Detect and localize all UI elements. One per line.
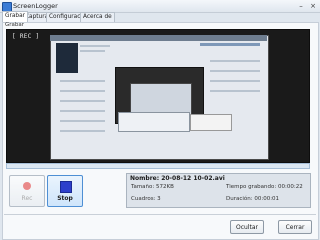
- captured-dialog: [118, 112, 190, 132]
- captured-text-line: [210, 60, 260, 62]
- frame-count: Cuadros: 3: [131, 196, 161, 202]
- tab-grabar[interactable]: Grabar: [2, 11, 29, 22]
- record-progress-bar: [6, 163, 310, 169]
- captured-text-line: [60, 90, 105, 92]
- group-label: Grabar: [5, 22, 25, 28]
- file-name: Nombre: 20-08-12 10-02.avi: [130, 175, 225, 182]
- tab-bar: Grabar Capturas Configuración Acerca de: [2, 11, 318, 22]
- close-button[interactable]: Cerrar: [278, 220, 312, 234]
- captured-text-line: [60, 120, 105, 122]
- captured-text-line: [60, 110, 105, 112]
- captured-thumbnail: [56, 43, 78, 73]
- captured-text-line: [210, 70, 260, 72]
- captured-browser-toolbar: [50, 35, 267, 41]
- video-duration: Duración: 00:00:01: [226, 196, 280, 202]
- window-title: ScreenLogger: [13, 2, 58, 10]
- captured-text-line: [210, 90, 260, 92]
- captured-banner: [200, 43, 260, 46]
- file-size: Tamaño: 572KB: [131, 184, 174, 190]
- captured-text-line: [60, 80, 105, 82]
- stop-label: Stop: [57, 195, 73, 202]
- captured-text-line: [210, 80, 260, 82]
- captured-text-line: [80, 50, 105, 52]
- captured-text-line: [60, 100, 105, 102]
- time-recorded: Tiempo grabando: 00:00:22: [226, 184, 303, 190]
- close-icon[interactable]: ×: [308, 2, 318, 10]
- hide-button[interactable]: Ocultar: [230, 220, 264, 234]
- captured-nested-preview: [130, 83, 192, 115]
- rec-button[interactable]: Rec: [9, 175, 45, 207]
- captured-popup: [190, 114, 232, 131]
- footer-divider: [4, 214, 316, 215]
- tab-acerca-de[interactable]: Acerca de: [80, 12, 115, 22]
- rec-status: [ REC ]: [12, 33, 40, 40]
- captured-text-line: [60, 130, 105, 132]
- stop-icon: [60, 181, 72, 193]
- record-icon: [23, 182, 31, 190]
- stop-button[interactable]: Stop: [47, 175, 83, 207]
- rec-label: Rec: [21, 195, 33, 202]
- captured-text-line: [80, 45, 110, 47]
- minimize-icon[interactable]: –: [296, 2, 306, 10]
